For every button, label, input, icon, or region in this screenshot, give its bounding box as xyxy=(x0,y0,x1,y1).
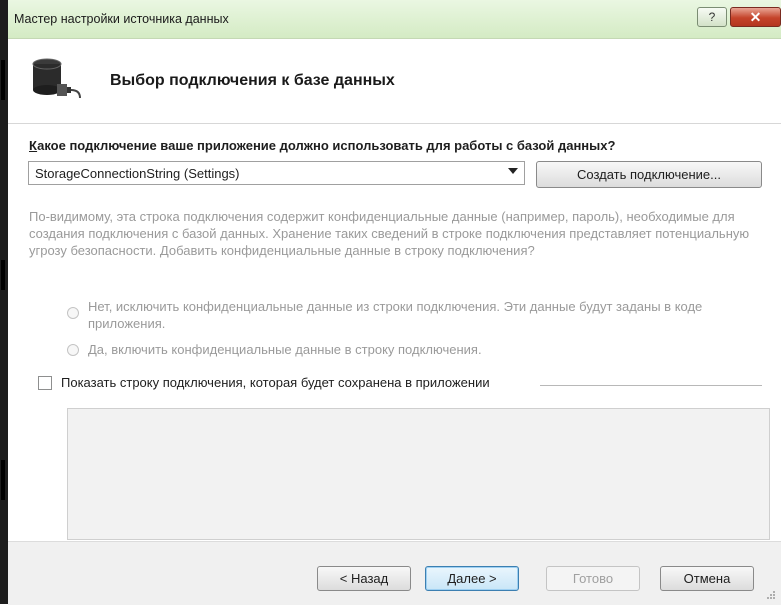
back-button[interactable]: < Назад xyxy=(317,566,411,591)
resize-grip-icon[interactable] xyxy=(766,590,776,600)
include-sensitive-radio[interactable] xyxy=(67,344,79,356)
page-title: Выбор подключения к базе данных xyxy=(110,72,395,89)
include-sensitive-label: Да, включить конфиденциальные данные в с… xyxy=(88,342,482,357)
connection-question-text: акое подключение ваше приложение должно … xyxy=(37,138,616,153)
new-connection-button[interactable]: Создать подключение... xyxy=(536,161,762,188)
finish-button: Готово xyxy=(546,566,640,591)
window-title: Мастер настройки источника данных xyxy=(14,12,229,26)
chevron-down-icon xyxy=(508,168,518,174)
access-key-letter: К xyxy=(29,138,38,153)
show-connection-string-checkbox[interactable] xyxy=(38,376,52,390)
close-button[interactable]: ✕ xyxy=(730,7,781,27)
connection-question-label: Какое подключение ваше приложение должно… xyxy=(29,138,615,153)
cancel-button[interactable]: Отмена xyxy=(660,566,754,591)
connection-string-textbox[interactable] xyxy=(67,408,770,540)
database-connection-icon xyxy=(32,58,81,99)
group-divider xyxy=(540,385,762,386)
sensitive-data-warning: По-видимому, эта строка подключения соде… xyxy=(29,209,750,258)
connection-dropdown[interactable]: StorageConnectionString (Settings) xyxy=(28,161,525,185)
window-left-edge xyxy=(0,0,8,604)
help-button[interactable]: ? xyxy=(697,7,727,27)
exclude-sensitive-radio[interactable] xyxy=(67,307,79,319)
exclude-sensitive-label: Нет, исключить конфиденциальные данные и… xyxy=(88,299,703,331)
next-button[interactable]: Далее > xyxy=(425,566,519,591)
show-connection-string-label[interactable]: Показать строку подключения, которая буд… xyxy=(61,375,490,390)
connection-dropdown-value: StorageConnectionString (Settings) xyxy=(35,166,240,181)
